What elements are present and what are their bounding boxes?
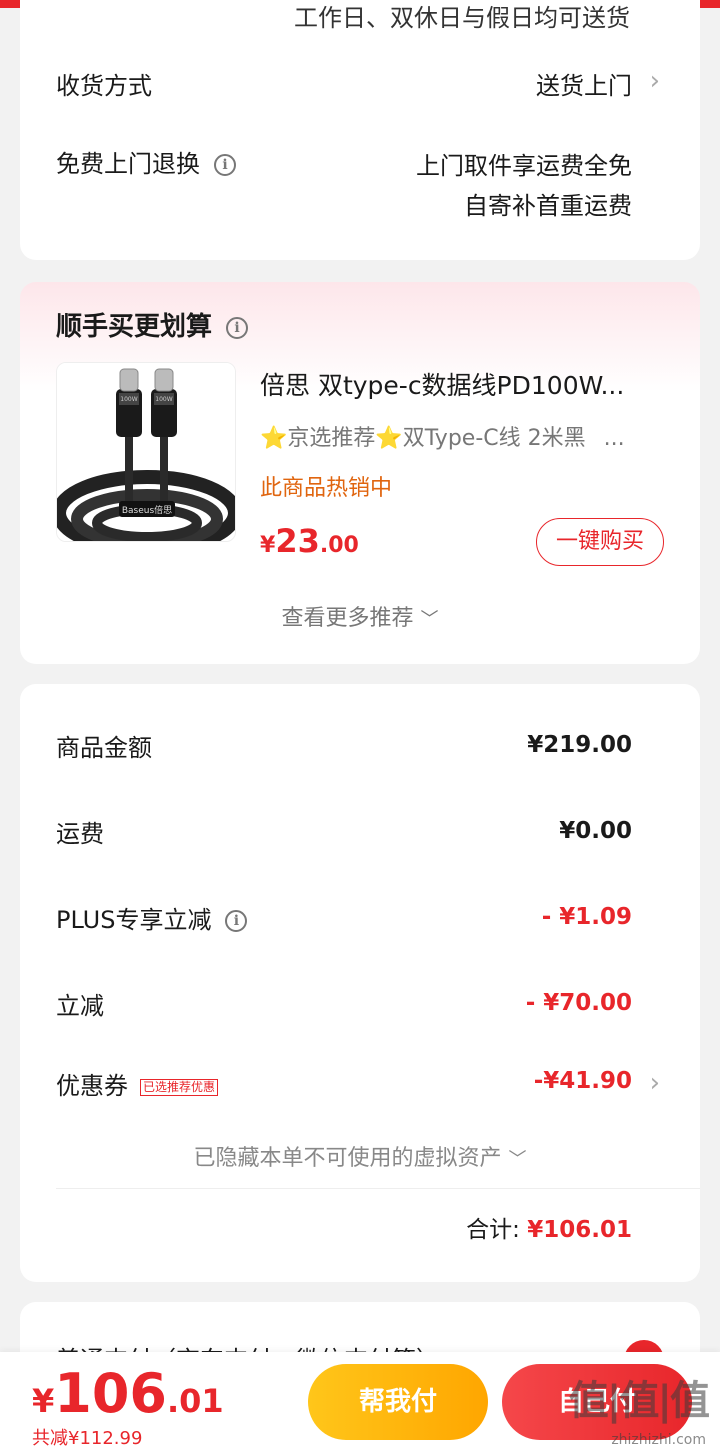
free-return-label: 免费上门退换: [56, 150, 200, 178]
shipping-label: 运费: [56, 820, 104, 848]
one-click-buy-button[interactable]: 一键购买: [536, 518, 664, 566]
hidden-assets-toggle[interactable]: 已隐藏本单不可使用的虚拟资产 ﹀: [20, 1140, 700, 1172]
order-total: 合计: ¥106.01: [466, 1210, 632, 1244]
product-tags: ⭐京选推荐⭐双Type-C线 2米黑...: [260, 420, 625, 452]
instant-discount-label: 立减: [56, 992, 104, 1020]
help-me-pay-button[interactable]: 帮我付: [308, 1364, 488, 1440]
pay-myself-button[interactable]: 自己付: [502, 1364, 692, 1440]
more-recommendations-label: 查看更多推荐: [281, 606, 414, 631]
free-return-line2: 自寄补首重运费: [464, 192, 632, 220]
price-decimal: .01: [167, 1382, 224, 1420]
subtotal-value: ¥219.00: [527, 732, 632, 758]
chevron-down-icon: ﹀: [420, 609, 439, 630]
delivery-card: 工作日、双休日与假日均可送货 收货方式 送货上门 › 免费上门退换 i 上门取件享…: [20, 0, 700, 260]
price-integer: 23: [275, 522, 320, 560]
info-icon[interactable]: i: [225, 910, 248, 932]
plus-discount-label: PLUS专享立减: [56, 906, 212, 934]
free-return-row: 免费上门退换 i: [56, 144, 236, 179]
plus-discount-row: PLUS专享立减 i: [56, 900, 248, 935]
product-tags-text: ⭐京选推荐⭐双Type-C线 2米黑: [260, 426, 586, 451]
price-integer: 106: [54, 1362, 167, 1425]
bottom-action-bar: ¥106.01 共减¥112.99 帮我付 自己付: [0, 1352, 720, 1452]
coupon-selected-tag: 已选推荐优惠: [140, 1078, 219, 1096]
delivery-method-value[interactable]: 送货上门: [536, 66, 632, 101]
plus-discount-value: - ¥1.09: [541, 904, 632, 930]
usb-c-cable-image: 100W 100W Baseus倍思: [57, 363, 235, 541]
chevron-right-icon[interactable]: ›: [650, 1070, 660, 1096]
coupon-row[interactable]: 优惠券 已选推荐优惠: [56, 1066, 219, 1101]
bottom-total-price: ¥106.01: [32, 1362, 224, 1425]
info-icon[interactable]: i: [226, 316, 249, 339]
info-icon[interactable]: i: [214, 154, 236, 176]
divider: [56, 1188, 700, 1189]
product-hot-label: 此商品热销中: [260, 476, 393, 501]
brand-label-text: Baseus倍思: [122, 504, 172, 516]
price-symbol: ¥: [32, 1382, 55, 1420]
coupon-value[interactable]: -¥41.90: [534, 1068, 632, 1094]
chevron-down-icon: ﹀: [508, 1149, 527, 1170]
product-name[interactable]: 倍思 双type-c数据线PD100W...: [260, 366, 660, 402]
product-tags-more: ...: [603, 426, 625, 451]
recommend-card: 顺手买更划算 i 100W 100W Baseus倍思 倍思 双type-c数据…: [20, 282, 700, 664]
cable-spec-text: 100W: [120, 396, 137, 403]
total-value: ¥106.01: [527, 1217, 632, 1243]
hidden-assets-label: 已隐藏本单不可使用的虚拟资产: [193, 1146, 502, 1171]
product-image[interactable]: 100W 100W Baseus倍思: [56, 362, 236, 542]
coupon-label: 优惠券: [56, 1072, 128, 1100]
free-return-line1: 上门取件享运费全免: [416, 152, 632, 180]
recommend-title-text: 顺手买更划算: [56, 312, 213, 342]
more-recommendations-link[interactable]: 查看更多推荐 ﹀: [20, 600, 700, 632]
amount-summary-card: 商品金额 ¥219.00 运费 ¥0.00 PLUS专享立减 i - ¥1.09 …: [20, 684, 700, 1282]
subtotal-label: 商品金额: [56, 734, 152, 762]
price-symbol: ¥: [260, 533, 276, 558]
delivery-time-note: 工作日、双休日与假日均可送货: [294, 4, 630, 32]
price-decimal: .00: [319, 533, 359, 558]
instant-discount-value: - ¥70.00: [525, 990, 632, 1016]
delivery-method-label: 收货方式: [56, 72, 152, 100]
recommend-title: 顺手买更划算 i: [56, 306, 249, 343]
total-label: 合计:: [466, 1217, 520, 1243]
cable-spec-text: 100W: [155, 396, 172, 403]
chevron-right-icon[interactable]: ›: [650, 68, 660, 94]
product-price: ¥23.00: [260, 522, 359, 560]
shipping-value: ¥0.00: [559, 818, 632, 844]
total-saved-label: 共减¥112.99: [32, 1428, 143, 1449]
